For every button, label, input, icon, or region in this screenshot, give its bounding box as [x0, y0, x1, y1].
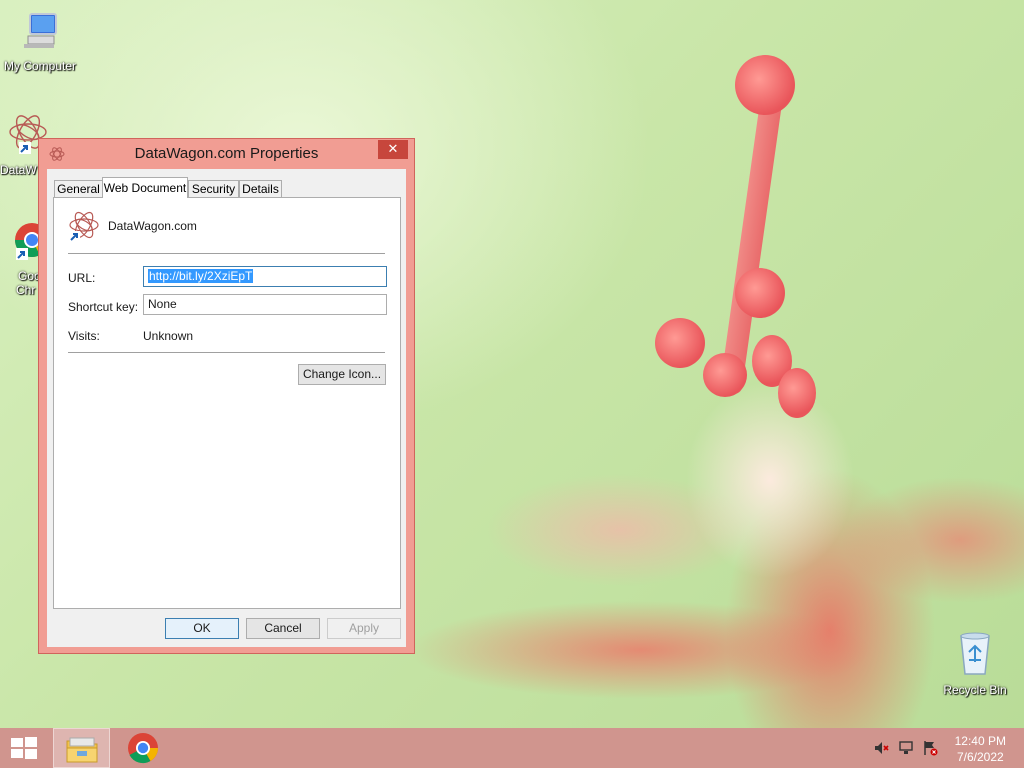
visits-value: Unknown: [143, 329, 194, 343]
change-icon-button[interactable]: Change Icon...: [298, 364, 386, 385]
url-value: http://bit.ly/2XziEpT: [148, 269, 254, 283]
tab-web-document[interactable]: Web Document: [102, 177, 188, 198]
shortcut-key-field[interactable]: None: [143, 294, 387, 315]
computer-icon: [24, 13, 57, 48]
flower-anther: [735, 268, 785, 318]
chrome-icon: [128, 733, 158, 764]
tab-general[interactable]: General: [54, 180, 103, 197]
divider: [68, 352, 385, 353]
flower-anther: [778, 368, 816, 418]
recycle-bin-icon: [960, 632, 990, 675]
system-clock[interactable]: 12:40 PM 7/6/2022: [955, 733, 1006, 765]
desktop-icon-recycle-bin[interactable]: Recycle Bin: [935, 630, 1015, 697]
visits-label: Visits:: [68, 329, 100, 343]
cancel-button[interactable]: Cancel: [246, 618, 320, 639]
speaker-muted-icon[interactable]: [873, 740, 889, 756]
start-button[interactable]: [0, 728, 48, 768]
desktop-icon-label: My Computer: [3, 59, 77, 73]
properties-window: DataWagon.com Properties ✕ General Web D…: [38, 138, 415, 654]
ok-button[interactable]: OK: [165, 618, 239, 639]
desktop-icon-my-computer[interactable]: My Computer: [0, 10, 80, 73]
datawagon-shortcut-icon: [69, 211, 99, 242]
clock-time: 12:40 PM: [954, 734, 1006, 748]
shortcut-key-label: Shortcut key:: [68, 300, 139, 314]
taskbar: 12:40 PM 7/6/2022: [0, 728, 1024, 768]
divider: [68, 253, 385, 254]
desktop-icon-label: Recycle Bin: [943, 683, 1007, 697]
flower-anther: [703, 353, 747, 397]
tab-panel-web-document: DataWagon.com URL: http://bit.ly/2XziEpT…: [53, 197, 401, 609]
taskbar-file-explorer[interactable]: [53, 728, 110, 768]
url-label: URL:: [68, 271, 96, 285]
window-client-area: General Web Document Security Details Da…: [47, 169, 406, 647]
flower-anther: [655, 318, 705, 368]
clock-date: 7/6/2022: [956, 750, 1004, 764]
window-title: DataWagon.com Properties: [134, 145, 319, 162]
folder-icon: [66, 737, 98, 763]
close-button[interactable]: ✕: [378, 140, 408, 159]
network-icon[interactable]: [898, 740, 914, 756]
tab-details[interactable]: Details: [239, 180, 282, 197]
shortcut-name: DataWagon.com: [108, 219, 197, 233]
tab-security[interactable]: Security: [188, 180, 239, 197]
action-center-flag-icon[interactable]: [922, 740, 938, 756]
apply-button[interactable]: Apply: [327, 618, 401, 639]
taskbar-google-chrome[interactable]: [116, 728, 170, 768]
url-field[interactable]: http://bit.ly/2XziEpT: [143, 266, 387, 287]
windows-logo-icon: [11, 737, 37, 759]
flower-pistil: [735, 55, 795, 115]
